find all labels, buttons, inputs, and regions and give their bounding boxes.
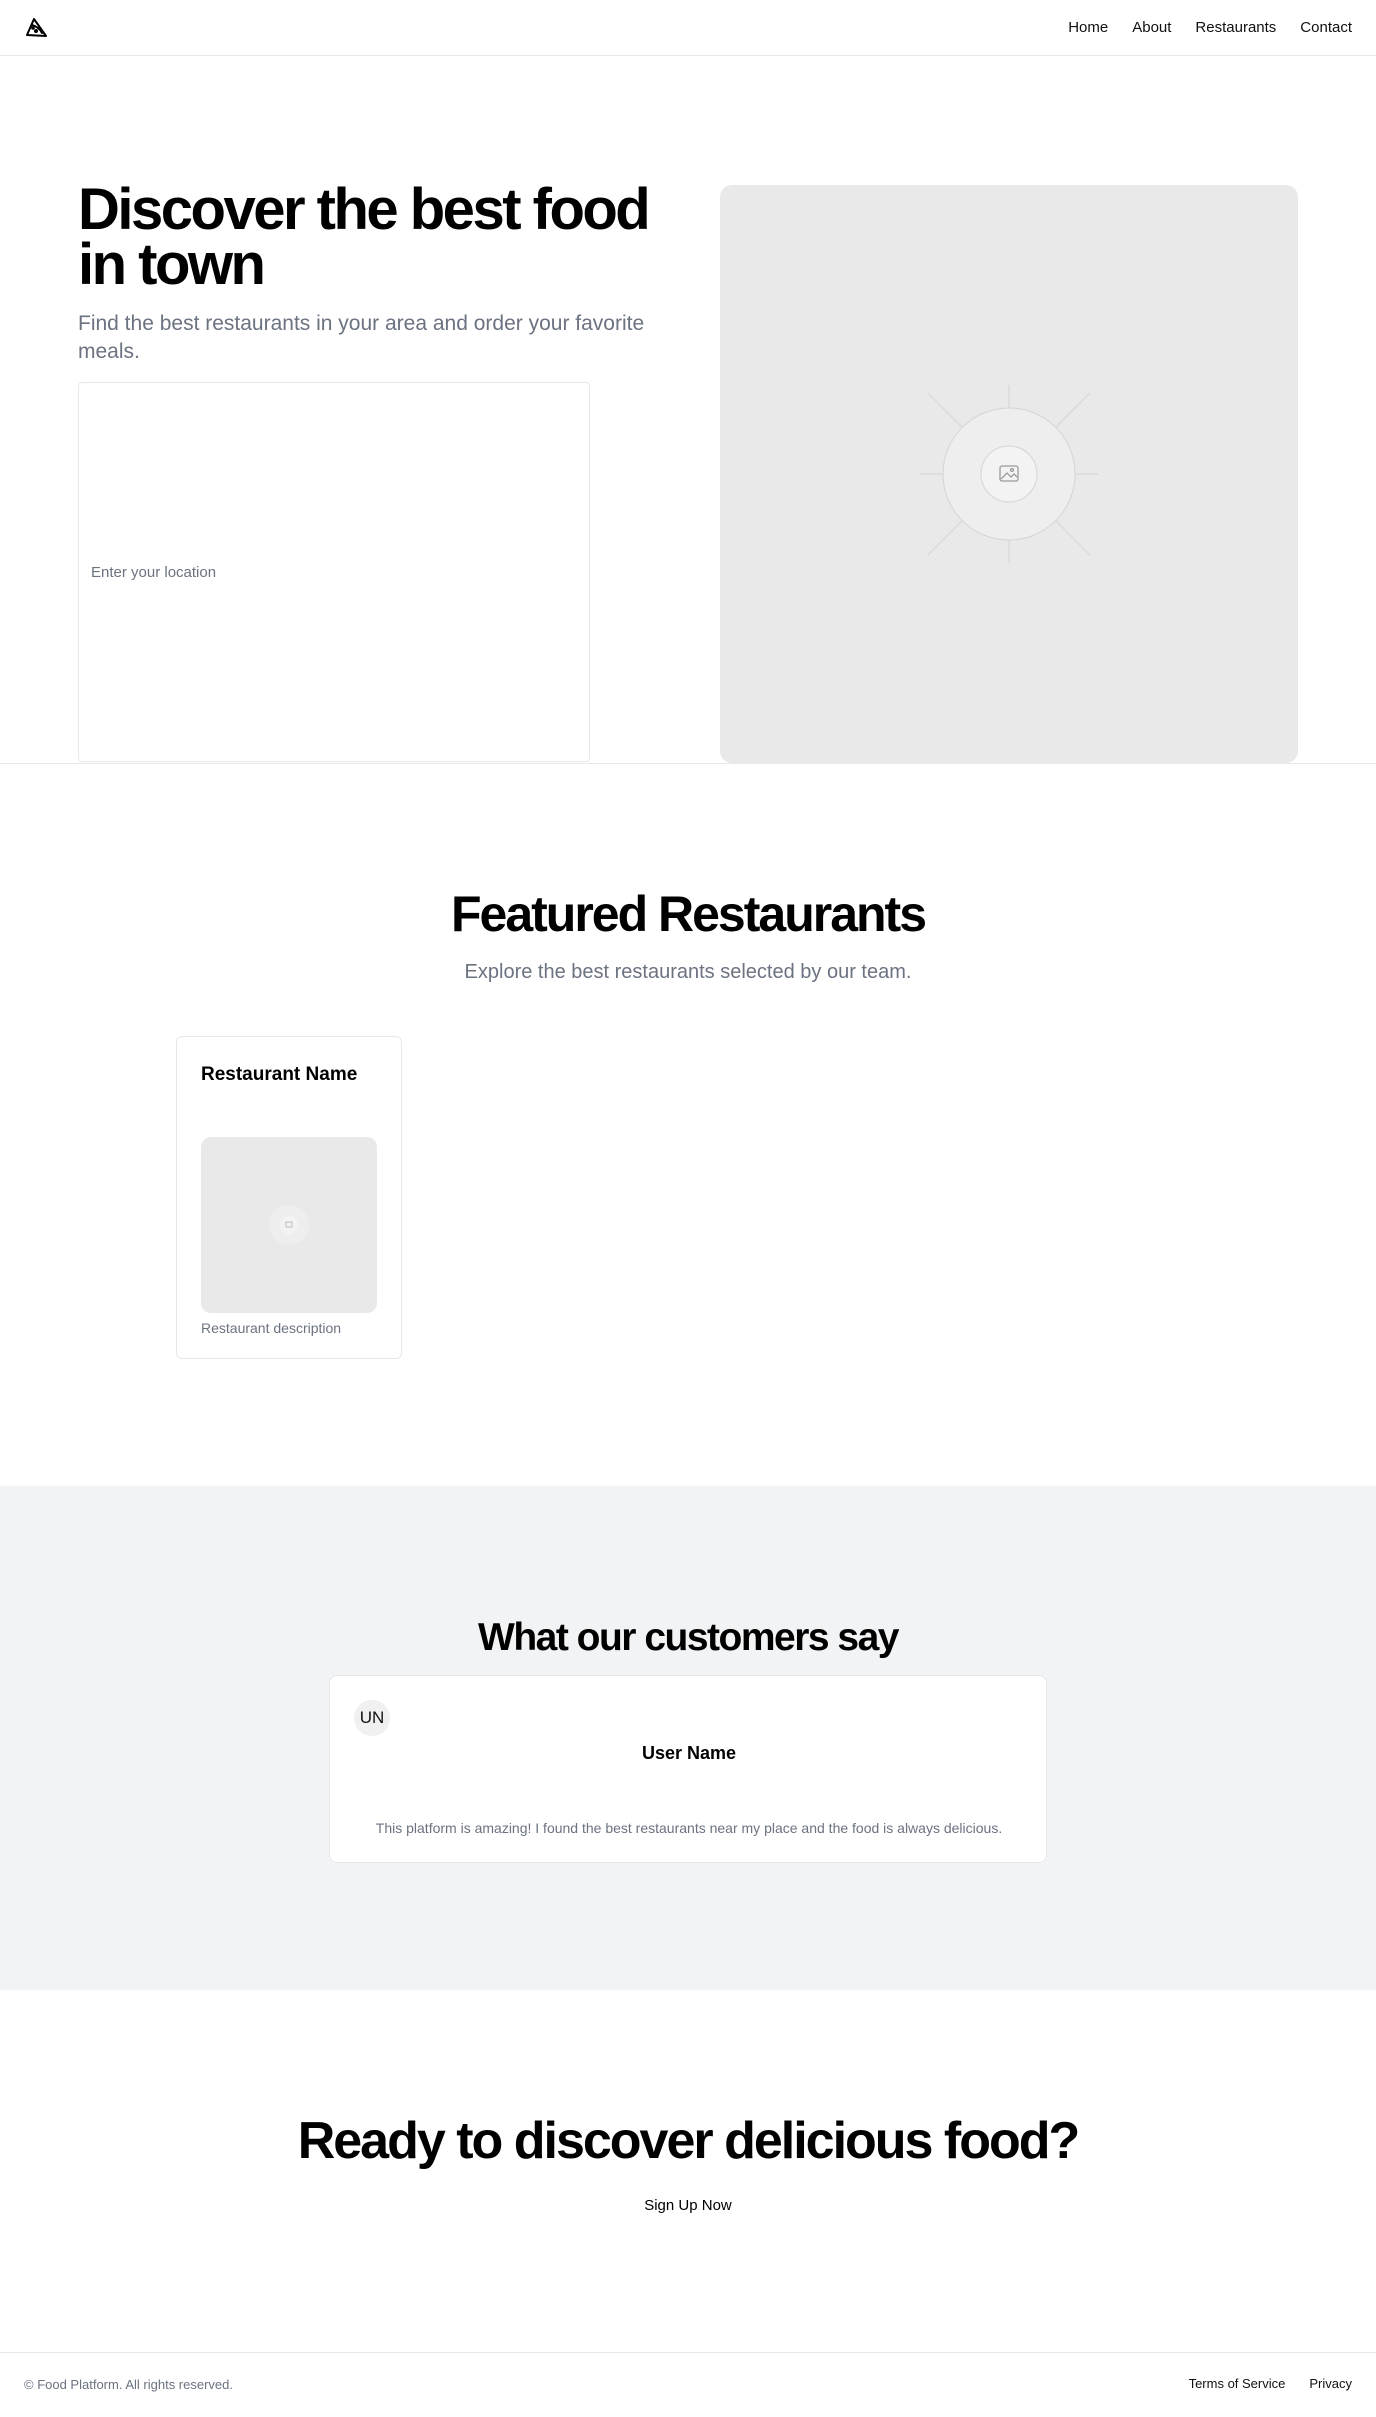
testimonial-quote: This platform is amazing! I found the be… xyxy=(375,1820,1003,1836)
privacy-link[interactable]: Privacy xyxy=(1309,2376,1352,2391)
image-placeholder-icon xyxy=(920,385,1098,563)
featured-subtitle: Explore the best restaurants selected by… xyxy=(464,961,912,983)
location-input[interactable] xyxy=(78,382,590,762)
avatar: UN xyxy=(354,1700,390,1736)
image-placeholder-icon xyxy=(269,1205,309,1245)
hero-image xyxy=(720,185,1298,763)
pizza-slice-icon[interactable] xyxy=(24,16,48,40)
hero-title: Discover the best food in town xyxy=(78,177,651,297)
featured-title: Featured Restaurants xyxy=(450,886,927,942)
restaurant-card[interactable]: Restaurant Name Restaurant description xyxy=(176,1036,402,1359)
hero-subtitle: Find the best restaurants in your area a… xyxy=(78,312,645,363)
testimonials-title: What our customers say xyxy=(478,1616,899,1659)
testimonial-card: UN User Name This platform is amazing! I… xyxy=(329,1675,1047,1863)
cta-section: Ready to discover delicious food? Sign U… xyxy=(0,1990,1376,2352)
nav-home-link[interactable]: Home xyxy=(1068,18,1108,38)
restaurant-description: Restaurant description xyxy=(201,1320,342,1336)
testimonial-user-name: User Name xyxy=(641,1743,737,1763)
main-nav: Home About Restaurants Contact xyxy=(1068,18,1352,38)
hero-section: Discover the best food in town Find the … xyxy=(0,56,1376,764)
restaurant-image xyxy=(201,1137,377,1313)
restaurant-name: Restaurant Name xyxy=(201,1064,358,1085)
testimonials-section: What our customers say UN User Name This… xyxy=(0,1486,1376,1990)
nav-about-link[interactable]: About xyxy=(1132,18,1171,38)
nav-contact-link[interactable]: Contact xyxy=(1300,18,1352,38)
copyright-text: © Food Platform. All rights reserved. xyxy=(24,2377,233,2392)
terms-link[interactable]: Terms of Service xyxy=(1189,2376,1286,2391)
sign-up-button[interactable]: Sign Up Now xyxy=(618,2191,758,2219)
site-footer: © Food Platform. All rights reserved. Te… xyxy=(0,2352,1376,2417)
featured-section: Featured Restaurants Explore the best re… xyxy=(0,764,1376,1486)
site-header: Home About Restaurants Contact xyxy=(0,0,1376,56)
nav-restaurants-link[interactable]: Restaurants xyxy=(1195,18,1276,38)
cta-title: Ready to discover delicious food? xyxy=(297,2112,1081,2170)
footer-links: Terms of Service Privacy xyxy=(1189,2376,1352,2391)
